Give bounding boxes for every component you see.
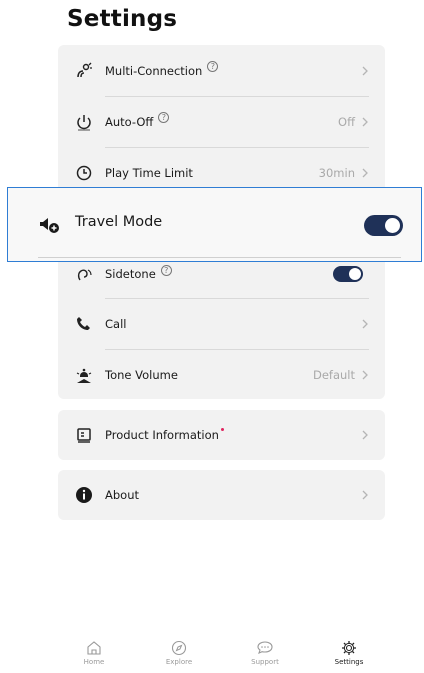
product-info-icon — [74, 425, 94, 445]
nav-explore[interactable]: Explore — [154, 640, 204, 666]
timer-icon — [74, 163, 94, 183]
notification-dot — [220, 427, 224, 431]
chevron-right-icon — [362, 430, 368, 440]
nav-label: Settings — [334, 658, 364, 666]
sidetone-toggle[interactable] — [333, 266, 363, 282]
row-about[interactable]: About — [58, 470, 385, 520]
divider — [38, 257, 401, 258]
info-icon — [74, 485, 94, 505]
power-icon — [74, 112, 94, 132]
row-label: Call — [105, 316, 127, 331]
nav-label: Explore — [165, 658, 193, 666]
row-label: Play Time Limit — [105, 165, 193, 180]
nav-support[interactable]: Support — [240, 640, 290, 666]
row-auto-off[interactable]: Auto-Off ? Off — [58, 96, 385, 147]
gear-icon — [342, 641, 356, 655]
sidetone-icon — [74, 264, 94, 284]
product-information-card[interactable]: Product Information — [58, 410, 385, 460]
chevron-right-icon — [362, 319, 368, 328]
row-label: Sidetone — [105, 267, 156, 281]
row-product-information[interactable]: Product Information — [58, 410, 385, 460]
travel-mode-icon — [40, 218, 59, 233]
row-call[interactable]: Call — [58, 298, 385, 349]
row-multi-connection[interactable]: Multi-Connection ? — [58, 45, 385, 96]
row-label: Product Information — [105, 428, 219, 442]
bell-volume-icon — [74, 365, 94, 385]
chat-icon — [257, 641, 273, 654]
travel-mode-highlight[interactable]: Travel Mode — [7, 187, 422, 262]
row-label: Tone Volume — [105, 367, 178, 382]
chevron-right-icon — [362, 117, 368, 126]
help-icon[interactable]: ? — [158, 112, 170, 123]
home-icon — [87, 641, 101, 655]
travel-mode-label: Travel Mode — [75, 214, 163, 230]
nav-label: Home — [83, 658, 105, 666]
nav-label: Support — [251, 658, 279, 666]
row-tone-volume[interactable]: Tone Volume Default — [58, 349, 385, 400]
multi-connection-icon — [74, 61, 94, 81]
row-label: About — [105, 488, 140, 502]
bottom-nav: Home Explore Support Settings — [0, 640, 424, 673]
chevron-right-icon — [362, 66, 368, 75]
chevron-right-icon — [362, 168, 368, 177]
page-title: Settings — [67, 6, 178, 32]
compass-icon — [171, 640, 187, 656]
phone-icon — [74, 314, 94, 334]
nav-home[interactable]: Home — [69, 640, 119, 666]
about-card[interactable]: About — [58, 470, 385, 520]
chevron-right-icon — [362, 490, 368, 500]
row-label: Auto-Off — [105, 114, 154, 129]
row-value: Off — [338, 114, 355, 129]
nav-settings[interactable]: Settings — [324, 640, 374, 666]
help-icon[interactable]: ? — [207, 61, 219, 72]
row-label: Multi-Connection — [105, 63, 203, 78]
help-icon[interactable]: ? — [160, 264, 172, 276]
travel-mode-toggle[interactable] — [364, 215, 403, 236]
row-value: 30min — [318, 165, 355, 180]
chevron-right-icon — [362, 370, 368, 379]
row-value: Default — [312, 367, 355, 382]
settings-page: Settings Multi-Connection ? Auto-Off ? O… — [0, 0, 424, 673]
